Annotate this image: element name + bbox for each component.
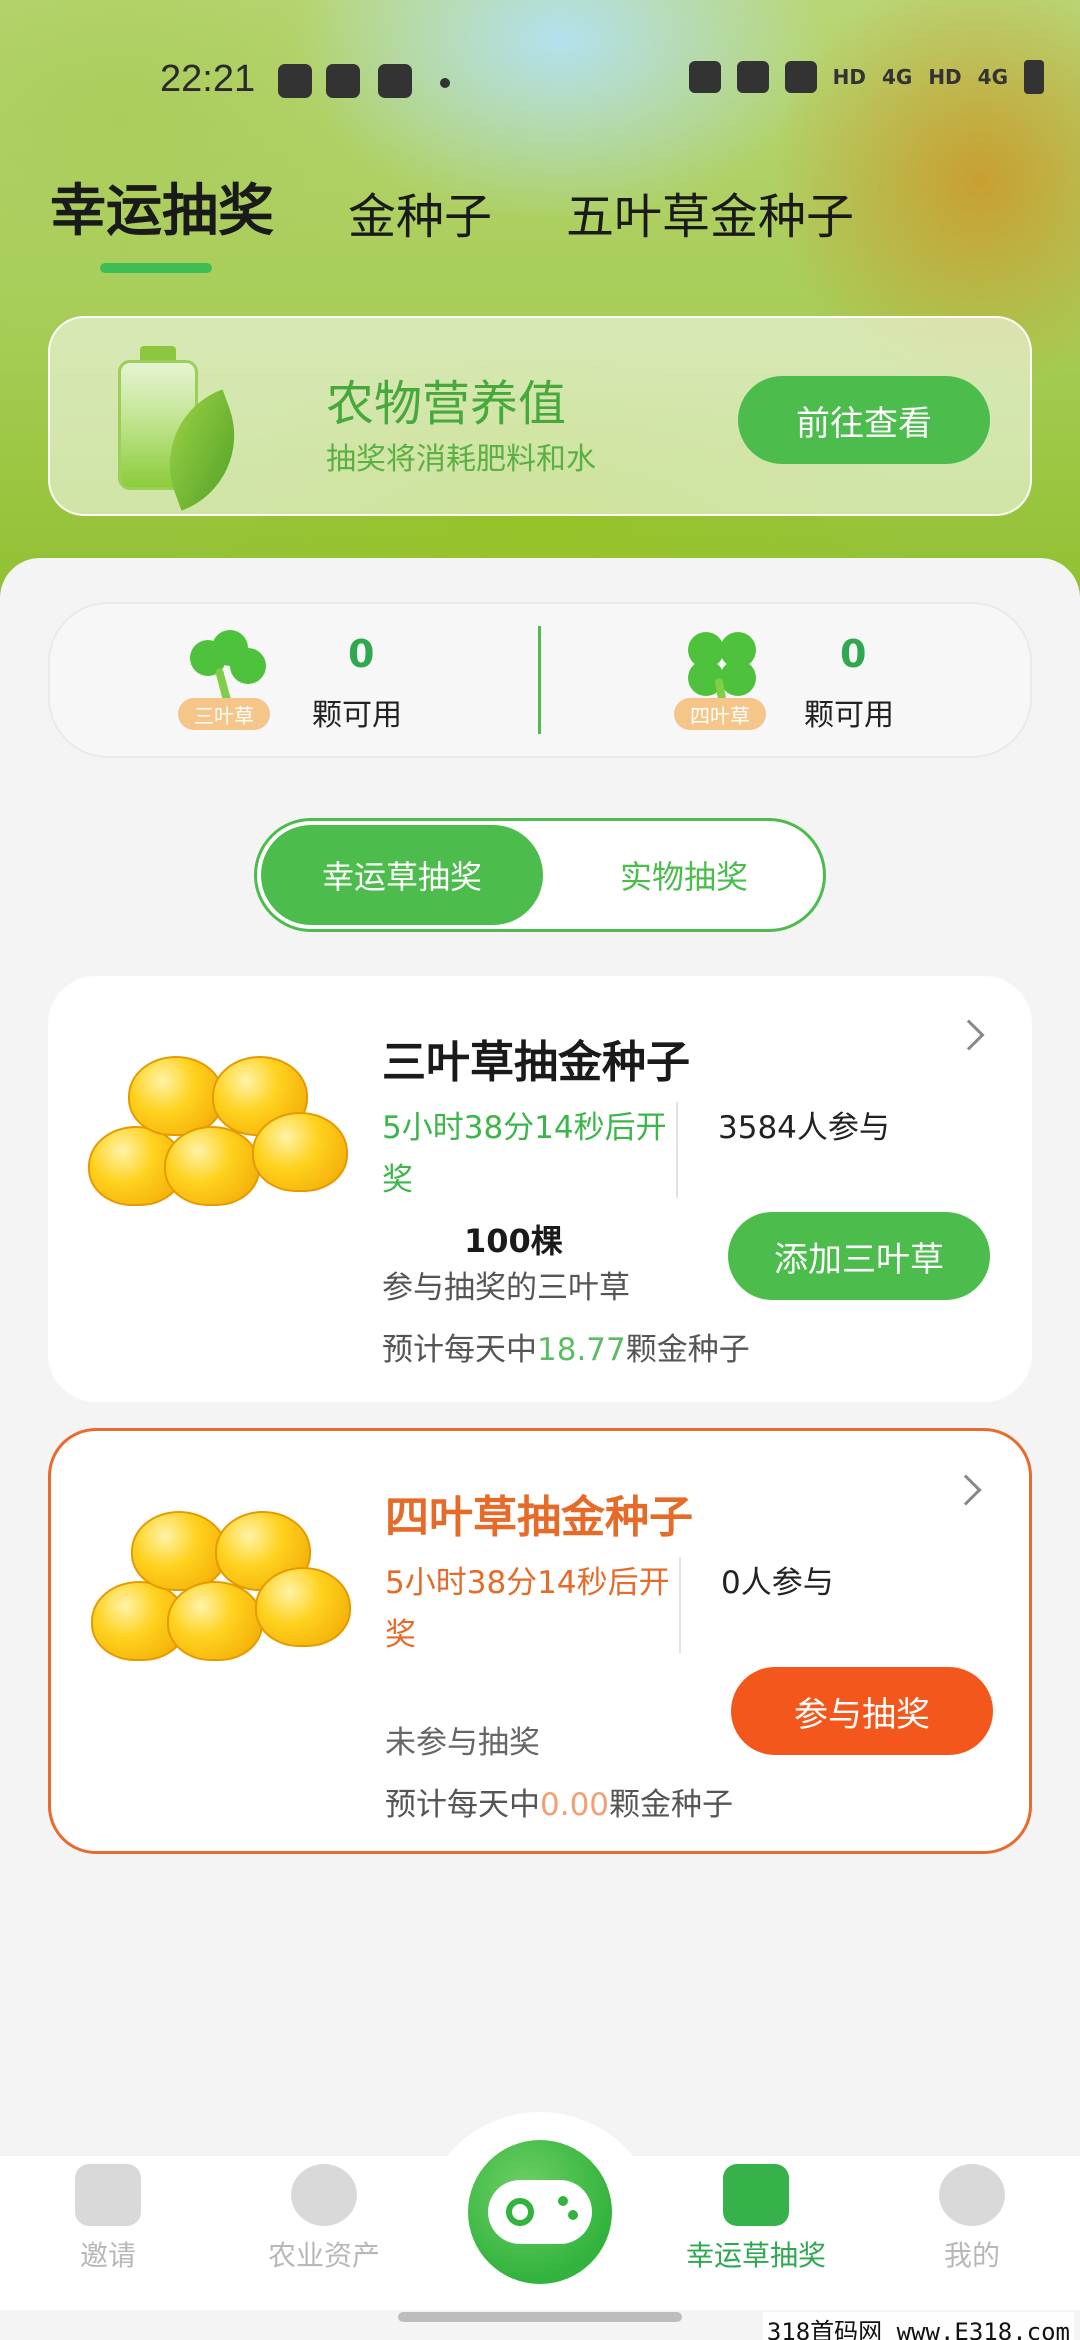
lottery-title: 四叶草抽金种子 — [385, 1492, 693, 1543]
chevron-right-icon[interactable] — [953, 1019, 985, 1051]
three-leaf-tag: 三叶草 — [178, 698, 270, 730]
mode-physical-draw[interactable]: 实物抽奖 — [543, 821, 825, 929]
card-divider — [676, 1102, 678, 1198]
lottery-title: 三叶草抽金种子 — [382, 1037, 690, 1088]
more-notifications-dot — [440, 78, 450, 88]
participant-count: 3584人参与 — [718, 1110, 890, 1146]
nav-label: 邀请 — [79, 2239, 136, 2272]
tab-five-leaf-gold-seed[interactable]: 五叶草金种子 — [566, 177, 854, 247]
tab-label: 金种子 — [348, 189, 493, 245]
gold-seeds-icon — [88, 1056, 358, 1236]
four-leaf-lottery-card[interactable]: 四叶草抽金种子 5小时38分14秒后开奖 0人参与 未参与抽奖 参与抽奖 预计每… — [48, 1428, 1032, 1854]
gamepad-icon — [488, 2180, 592, 2244]
signal-label: 4G — [881, 65, 913, 89]
four-leaf-count: 0 — [840, 632, 867, 676]
daily-estimate-value: 18.77 — [537, 1332, 626, 1368]
watermark: 318首码网 www.E318.com — [762, 2312, 1074, 2340]
nav-label: 幸运草抽奖 — [685, 2239, 826, 2272]
gallery-icon — [278, 64, 312, 98]
card-divider — [679, 1557, 681, 1653]
join-draw-button[interactable]: 参与抽奖 — [731, 1667, 993, 1755]
tab-gold-seed[interactable]: 金种子 — [348, 177, 492, 247]
app-notification-icon — [326, 64, 360, 98]
status-icons: HD 4G HD 4G — [688, 60, 1044, 94]
four-leaf-clover-icon — [682, 628, 762, 721]
signal-label-2: 4G — [977, 65, 1008, 89]
mode-clover-draw[interactable]: 幸运草抽奖 — [261, 825, 543, 925]
clover-divider — [538, 626, 541, 734]
status-bar: 22:21 HD 4G HD 4G — [0, 50, 1080, 114]
nav-label: 农业资产 — [267, 2239, 380, 2272]
nav-invite[interactable]: 邀请 — [8, 2164, 208, 2274]
three-leaf-available-label: 颗可用 — [312, 698, 402, 733]
tab-label: 幸运抽奖 — [50, 179, 274, 244]
entered-amount-label: 参与抽奖的三叶草 — [382, 1270, 630, 1306]
nutrition-card: 农物营养值 抽奖将消耗肥料和水 前往查看 — [48, 316, 1032, 516]
draw-countdown: 5小时38分14秒后开奖 — [385, 1565, 670, 1653]
nav-game-button[interactable] — [468, 2140, 612, 2284]
status-time: 22:21 — [160, 58, 256, 100]
alarm-icon — [688, 61, 721, 93]
battery-icon — [1024, 60, 1044, 94]
home-indicator[interactable] — [398, 2312, 682, 2322]
daily-estimate: 预计每天中18.77颗金种子 — [382, 1332, 750, 1368]
gift-icon — [723, 2164, 789, 2226]
profile-icon — [939, 2164, 1005, 2226]
add-three-leaf-button[interactable]: 添加三叶草 — [728, 1212, 990, 1300]
daily-estimate: 预计每天中0.00颗金种子 — [385, 1787, 734, 1823]
wifi-icon — [784, 61, 817, 93]
chevron-right-icon[interactable] — [950, 1474, 982, 1506]
nav-farm-assets[interactable]: 农业资产 — [224, 2164, 424, 2274]
mute-icon — [736, 61, 769, 93]
participant-count: 0人参与 — [721, 1565, 834, 1601]
three-leaf-count: 0 — [348, 632, 375, 676]
participation-status: 未参与抽奖 — [385, 1725, 540, 1761]
tab-lucky-draw[interactable]: 幸运抽奖 — [50, 166, 274, 273]
plant-icon — [291, 2164, 357, 2226]
hd-label-2: HD — [928, 65, 962, 89]
active-tab-indicator — [100, 263, 212, 273]
draw-mode-toggle: 幸运草抽奖 实物抽奖 — [254, 818, 826, 932]
nav-label: 我的 — [943, 2239, 1000, 2272]
four-leaf-tag: 四叶草 — [674, 698, 766, 730]
mail-icon — [75, 2164, 141, 2226]
nav-lucky-clover-draw[interactable]: 幸运草抽奖 — [656, 2164, 856, 2274]
app-notification-icon — [378, 64, 412, 98]
daily-estimate-value: 0.00 — [540, 1787, 610, 1823]
hd-label: HD — [832, 65, 866, 89]
top-tabs: 幸运抽奖 金种子 五叶草金种子 — [50, 166, 928, 273]
four-leaf-available-label: 颗可用 — [804, 698, 894, 733]
gold-seeds-icon — [91, 1511, 361, 1691]
nav-profile[interactable]: 我的 — [872, 2164, 1072, 2274]
tab-label: 五叶草金种子 — [566, 189, 855, 245]
entered-amount: 100棵 — [464, 1222, 563, 1260]
draw-countdown: 5小时38分14秒后开奖 — [382, 1110, 667, 1198]
nutrition-subtitle: 抽奖将消耗肥料和水 — [326, 442, 596, 477]
view-nutrition-button[interactable]: 前往查看 — [738, 376, 990, 464]
nutrition-title: 农物营养值 — [326, 376, 567, 432]
three-leaf-lottery-card[interactable]: 三叶草抽金种子 5小时38分14秒后开奖 3584人参与 100棵 参与抽奖的三… — [48, 976, 1032, 1402]
